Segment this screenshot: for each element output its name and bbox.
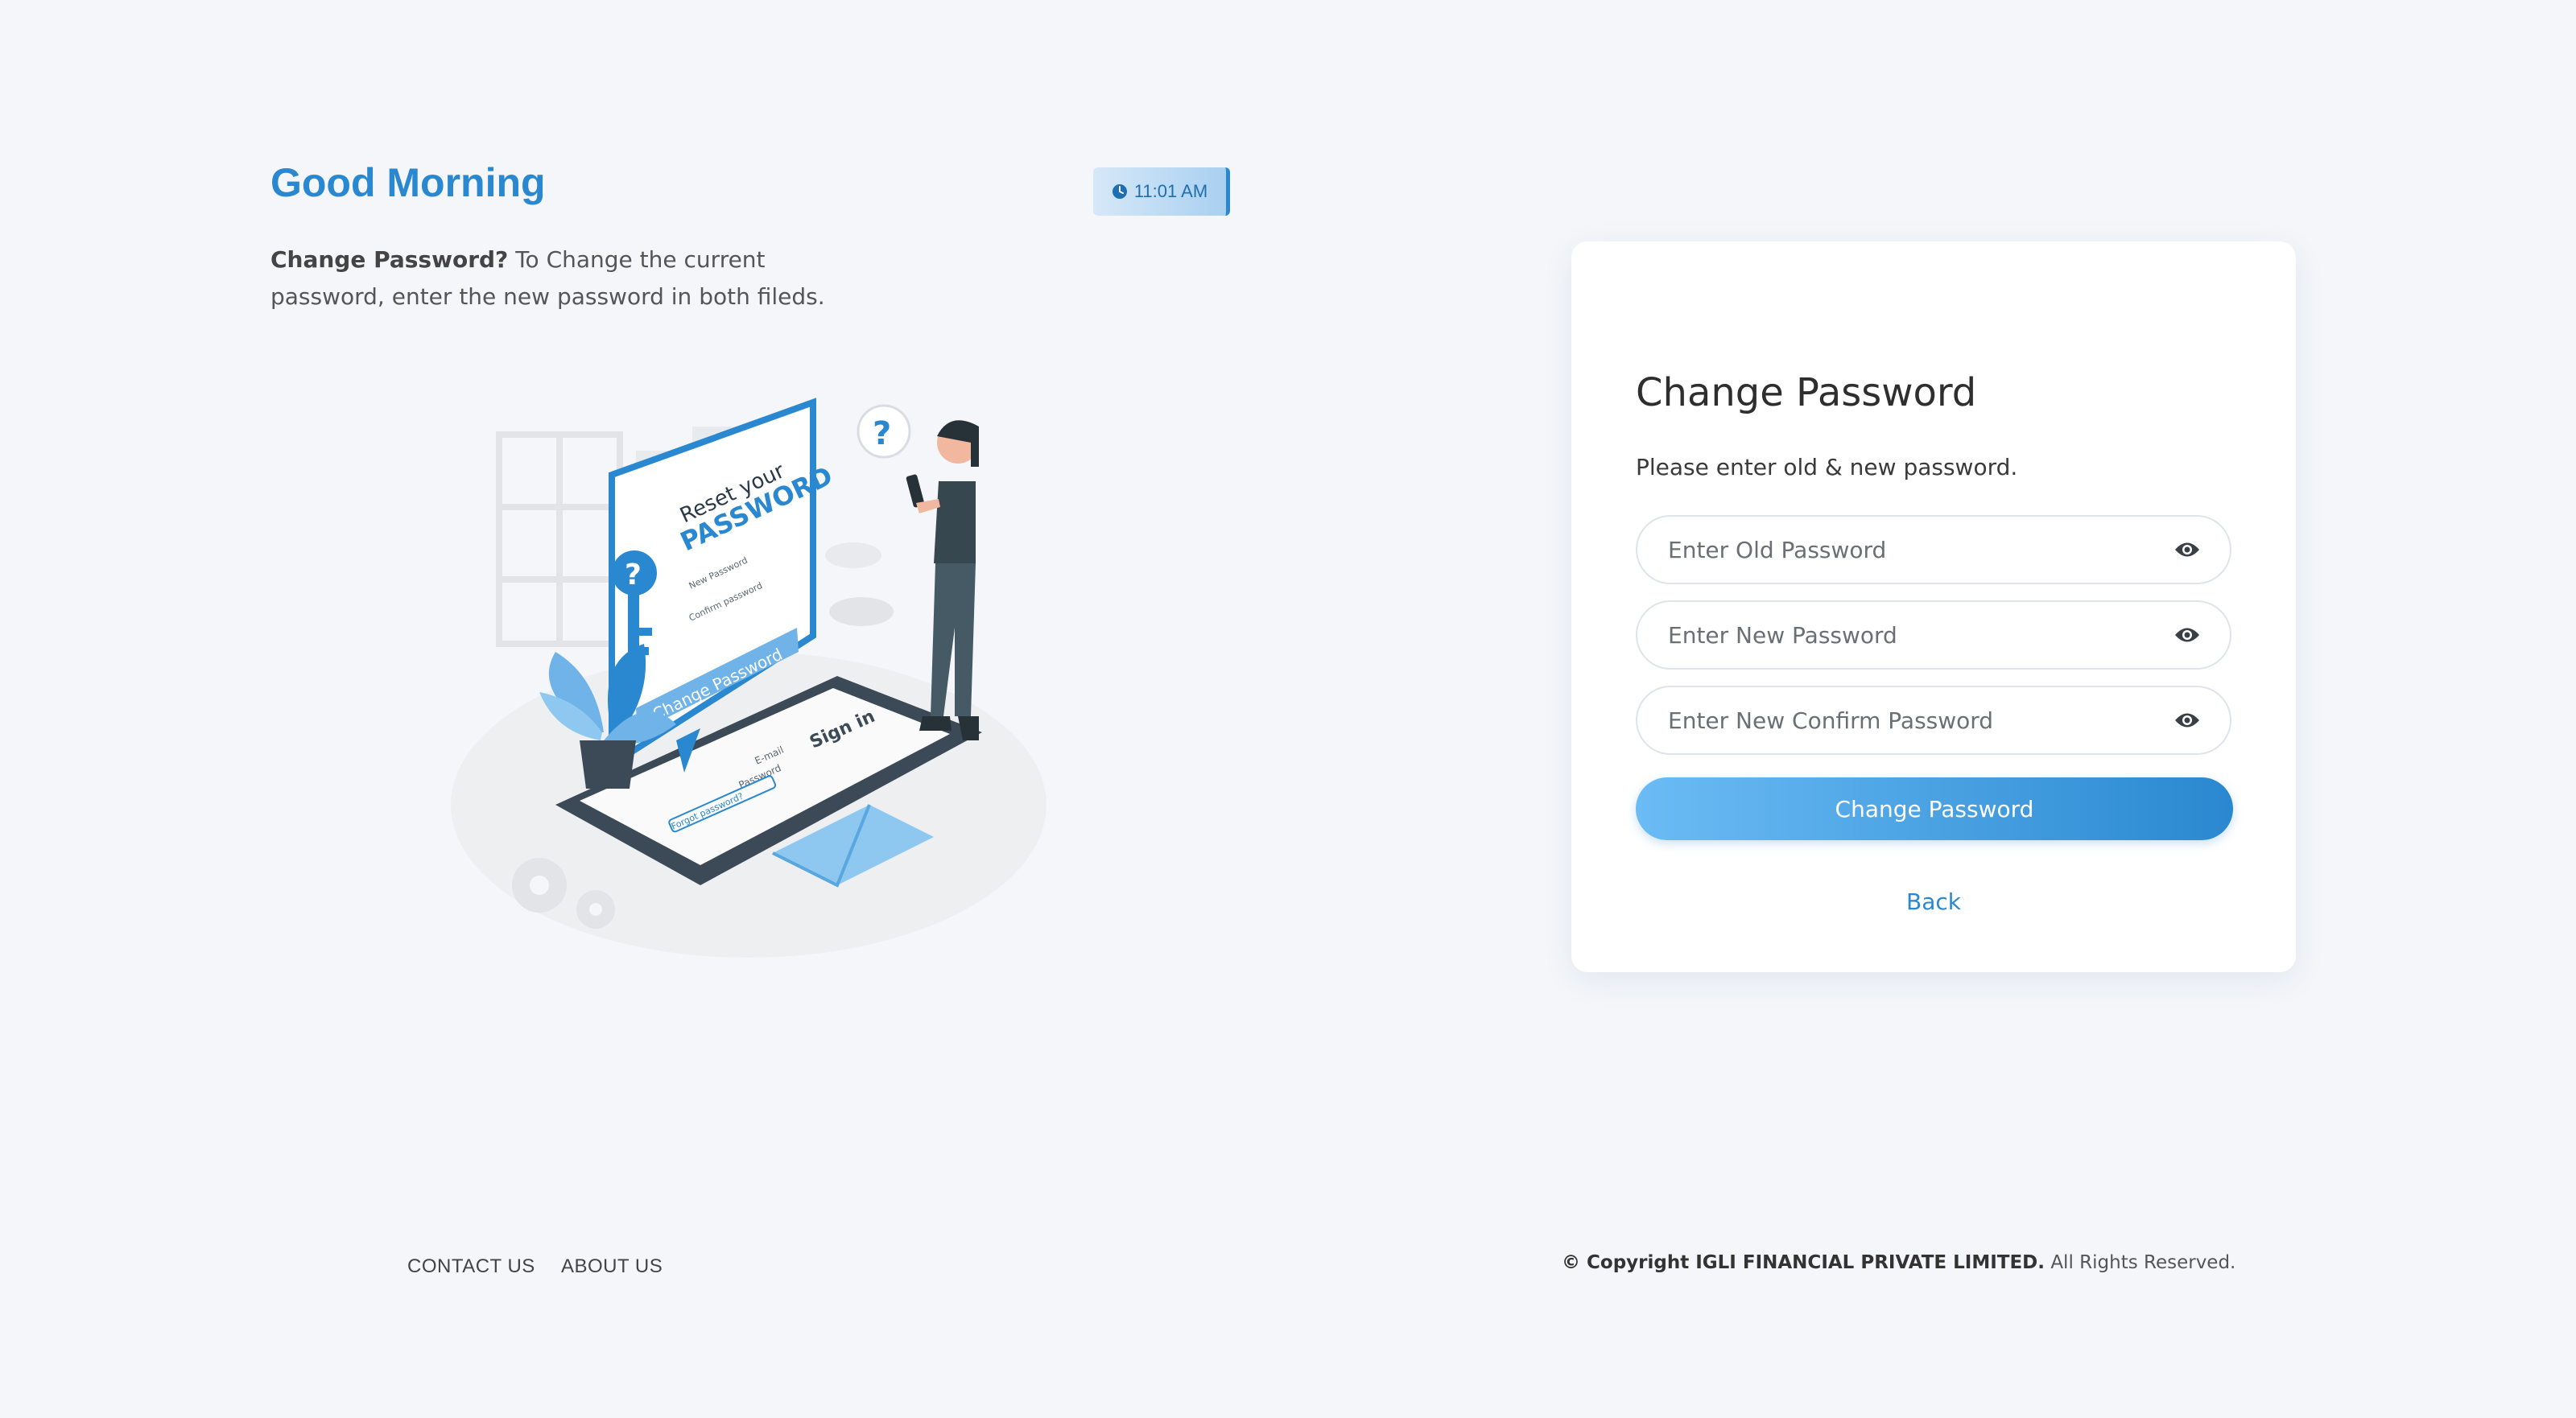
copyright-owner: © Copyright IGLI FINANCIAL PRIVATE LIMIT… xyxy=(1562,1252,2046,1273)
about-us-link[interactable]: ABOUT US xyxy=(561,1255,663,1278)
clock-icon xyxy=(1112,184,1127,199)
card-title: Change Password xyxy=(1636,370,1977,415)
copyright-rights: All Rights Reserved. xyxy=(2045,1252,2236,1273)
svg-text:?: ? xyxy=(873,415,891,452)
copyright-text: © Copyright IGLI FINANCIAL PRIVATE LIMIT… xyxy=(1562,1252,2235,1273)
new-password-input[interactable] xyxy=(1666,620,2174,649)
reset-password-illustration: Sign in E-mail Password Forgot password?… xyxy=(451,398,1046,958)
confirm-password-input[interactable] xyxy=(1666,706,2174,735)
greeting-heading: Good Morning xyxy=(270,160,546,205)
old-password-input[interactable] xyxy=(1666,535,2174,564)
eye-icon[interactable] xyxy=(2174,711,2201,729)
old-password-field xyxy=(1636,515,2231,584)
change-password-card: Change Password Please enter old & new p… xyxy=(1571,241,2296,972)
contact-us-link[interactable]: CONTACT US xyxy=(407,1255,535,1278)
back-link[interactable]: Back xyxy=(1571,888,2296,915)
time-text: 11:01 AM xyxy=(1133,181,1208,201)
change-password-button[interactable]: Change Password xyxy=(1636,777,2233,840)
svg-text:?: ? xyxy=(625,559,642,592)
intro-text: Change Password? To Change the current p… xyxy=(270,241,882,315)
confirm-password-field xyxy=(1636,686,2231,755)
card-subtitle: Please enter old & new password. xyxy=(1636,454,2018,480)
new-password-field xyxy=(1636,600,2231,670)
eye-icon[interactable] xyxy=(2174,626,2201,644)
time-badge: 11:01 AM xyxy=(1093,167,1230,216)
intro-bold: Change Password? xyxy=(270,246,509,273)
eye-icon[interactable] xyxy=(2174,541,2201,559)
